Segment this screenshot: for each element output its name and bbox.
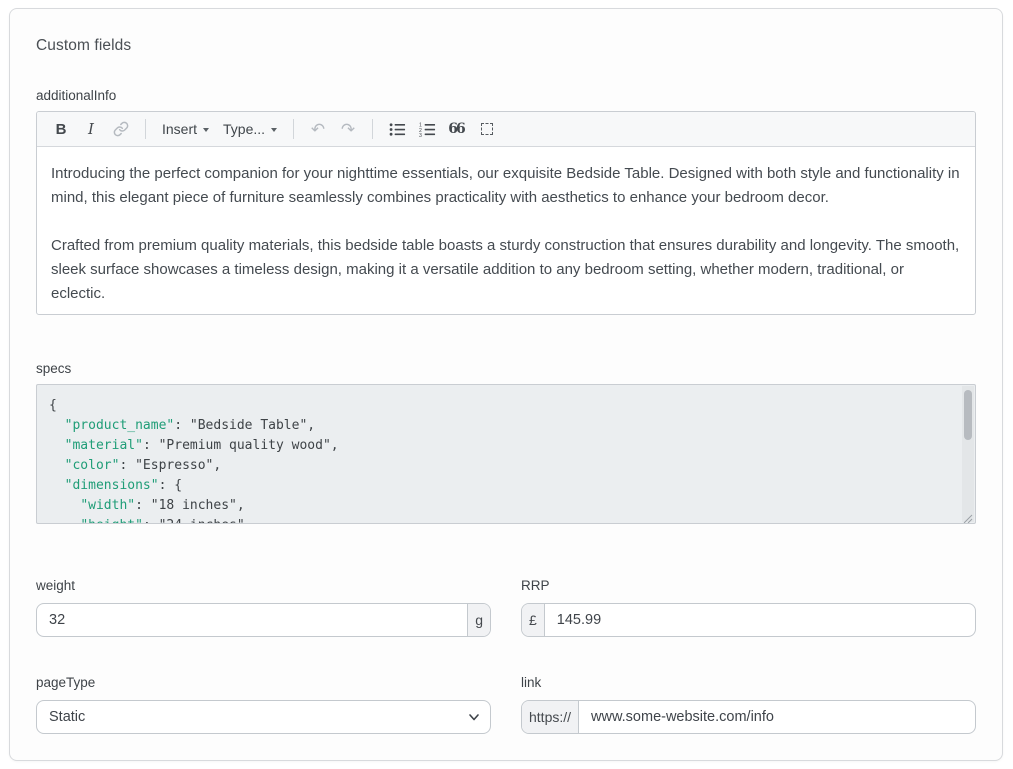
weight-field-group: weight g — [36, 578, 491, 637]
redo-button[interactable]: ↷ — [334, 116, 362, 142]
weight-unit-addon: g — [467, 604, 490, 636]
redo-icon: ↷ — [341, 121, 355, 138]
specs-textarea[interactable]: { "product_name": "Bedside Table", "mate… — [36, 384, 976, 524]
weight-input-group: g — [36, 603, 491, 637]
chevron-down-icon — [203, 128, 209, 132]
link-field-group: link https:// — [521, 675, 976, 734]
type-menu-button[interactable]: Type... — [217, 116, 283, 142]
link-input-group: https:// — [521, 700, 976, 734]
insert-menu-label: Insert — [162, 121, 197, 137]
blockquote-button[interactable]: 66 — [443, 116, 471, 142]
rrp-field-group: RRP £ — [521, 578, 976, 637]
link-label: link — [521, 675, 976, 690]
ordered-list-button[interactable]: 1 2 3 — [413, 116, 441, 142]
italic-button[interactable]: I — [77, 116, 105, 142]
bullet-list-icon — [389, 121, 406, 138]
rrp-currency-addon: £ — [522, 604, 545, 636]
link-button[interactable] — [107, 116, 135, 142]
link-protocol-addon: https:// — [522, 701, 579, 733]
editor-content-area[interactable]: Introducing the perfect companion for yo… — [37, 147, 975, 314]
toolbar-separator — [145, 119, 146, 139]
additionalinfo-label: additionalInfo — [36, 88, 976, 103]
toolbar-separator — [372, 119, 373, 139]
svg-text:3: 3 — [419, 133, 422, 138]
specs-code: { "product_name": "Bedside Table", "mate… — [49, 396, 951, 524]
resize-handle-icon[interactable] — [963, 511, 973, 521]
rrp-label: RRP — [521, 578, 976, 593]
editor-paragraph: Introducing the perfect companion for yo… — [51, 162, 961, 210]
card-title: Custom fields — [36, 37, 976, 55]
editor-paragraph: Crafted from premium quality materials, … — [51, 234, 961, 306]
custom-fields-card: Custom fields additionalInfo B I Insert … — [9, 8, 1003, 761]
specs-scrollbar-track[interactable] — [962, 386, 974, 522]
bold-button[interactable]: B — [47, 116, 75, 142]
undo-button[interactable]: ↶ — [304, 116, 332, 142]
specs-scrollbar-thumb[interactable] — [964, 390, 972, 440]
rrp-input[interactable] — [545, 604, 975, 636]
editor-toolbar: B I Insert Type... ↶ ↷ — [37, 112, 975, 147]
toolbar-separator — [293, 119, 294, 139]
pagetype-select-wrap: Static — [36, 700, 491, 734]
link-input[interactable] — [579, 701, 975, 733]
specs-label: specs — [36, 361, 976, 376]
pagetype-field-group: pageType Static — [36, 675, 491, 734]
undo-icon: ↶ — [311, 121, 325, 138]
dashed-box-icon — [481, 123, 493, 135]
rich-text-editor: B I Insert Type... ↶ ↷ — [36, 111, 976, 315]
rrp-input-group: £ — [521, 603, 976, 637]
pagetype-select[interactable]: Static — [36, 700, 491, 734]
weight-label: weight — [36, 578, 491, 593]
blockquote-icon: 66 — [448, 121, 463, 137]
type-menu-label: Type... — [223, 121, 265, 137]
link-icon — [113, 121, 129, 137]
bullet-list-button[interactable] — [383, 116, 411, 142]
insert-menu-button[interactable]: Insert — [156, 116, 215, 142]
ordered-list-icon: 1 2 3 — [419, 121, 436, 138]
visual-blocks-button[interactable] — [473, 116, 501, 142]
pagetype-label: pageType — [36, 675, 491, 690]
chevron-down-icon — [271, 128, 277, 132]
weight-input[interactable] — [37, 604, 467, 636]
